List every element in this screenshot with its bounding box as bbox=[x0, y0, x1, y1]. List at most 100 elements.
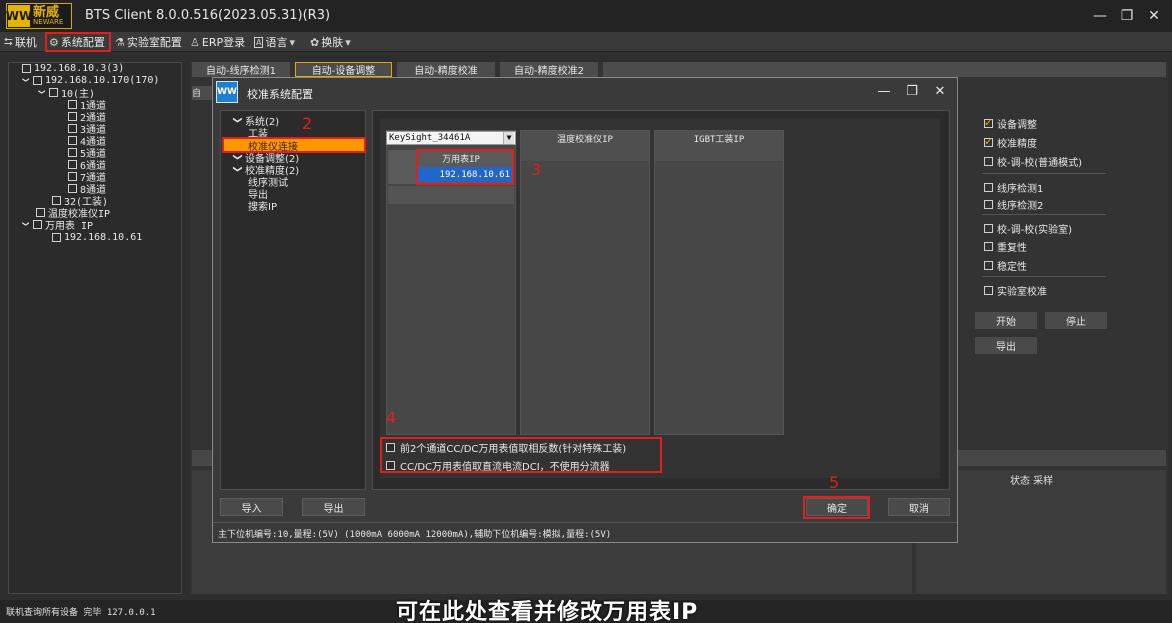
menu-language-label: 语言 bbox=[265, 36, 288, 49]
tab-sequence-check-1[interactable]: 自动-线序检测1 bbox=[192, 62, 290, 77]
checkbox[interactable] bbox=[984, 242, 993, 251]
check-lab-mode[interactable]: 校-调-校(实验室) bbox=[984, 221, 1072, 236]
chevron-down-icon[interactable]: ❯ bbox=[232, 115, 242, 125]
chevron-down-icon[interactable]: ❯ bbox=[20, 75, 30, 85]
dialog-status-text: 主下位机编号:10,量程:(5V) (1000mA 6000mA 12000mA… bbox=[218, 530, 612, 540]
check-device-adjust[interactable]: 设备调整 bbox=[984, 116, 1037, 131]
dialog-minimize-icon[interactable]: — bbox=[874, 84, 894, 100]
checkbox[interactable] bbox=[36, 207, 45, 217]
subtab[interactable]: 自 bbox=[192, 86, 214, 100]
divider bbox=[982, 276, 1106, 277]
minimize-icon[interactable]: — bbox=[1089, 6, 1111, 26]
nav-search-ip[interactable]: 搜索IP bbox=[248, 199, 277, 213]
dialog-close-icon[interactable]: ✕ bbox=[930, 84, 950, 100]
chevron-down-icon: ▾ bbox=[345, 35, 351, 49]
annotation-box-3 bbox=[416, 149, 514, 185]
tree-node[interactable]: ❯ 万用表 IP bbox=[20, 218, 93, 232]
menu-lab-config[interactable]: ⚗ 实验室配置 bbox=[115, 34, 182, 50]
checkbox[interactable] bbox=[984, 224, 993, 233]
annotation-number-2: 2 bbox=[302, 114, 313, 133]
nav-label: 搜索IP bbox=[248, 201, 277, 213]
multimeter-model-select[interactable]: KeySight_34461A ▼ bbox=[386, 131, 516, 145]
check-lab-calibration[interactable]: 实验室校准 bbox=[984, 283, 1047, 298]
export-button[interactable]: 导出 bbox=[975, 337, 1037, 354]
menu-skin[interactable]: ✿ 换肤 ▾ bbox=[310, 34, 351, 50]
check-label: 设备调整 bbox=[997, 120, 1037, 131]
checkbox[interactable] bbox=[68, 183, 77, 193]
checkbox[interactable] bbox=[68, 159, 77, 169]
multimeter-model-value: KeySight_34461A bbox=[389, 133, 471, 143]
app-logo: WW 新威 NEWARE bbox=[6, 3, 72, 29]
dialog-title: 校准系统配置 bbox=[247, 88, 313, 101]
tree-node-label: 192.168.10.61 bbox=[64, 231, 143, 243]
check-sequence-2[interactable]: 线序检测2 bbox=[984, 197, 1043, 212]
check-label: 校准精度 bbox=[997, 139, 1037, 150]
chevron-down-icon[interactable]: ❯ bbox=[232, 152, 242, 162]
menu-connect[interactable]: ⮀ 联机 bbox=[4, 34, 37, 50]
check-repeatability[interactable]: 重复性 bbox=[984, 239, 1027, 254]
tree-node[interactable]: 192.168.10.61 bbox=[52, 231, 142, 243]
stop-button[interactable]: 停止 bbox=[1045, 312, 1107, 329]
annotation-box-5 bbox=[803, 496, 870, 519]
checkbox[interactable] bbox=[49, 87, 58, 97]
checkbox[interactable] bbox=[68, 135, 77, 145]
checkbox[interactable] bbox=[22, 63, 31, 73]
tab-device-adjust[interactable]: 自动-设备调整 bbox=[295, 62, 392, 77]
checkbox[interactable] bbox=[984, 286, 993, 295]
import-button[interactable]: 导入 bbox=[220, 498, 283, 516]
annotation-number-4: 4 bbox=[386, 408, 397, 427]
check-label: 校-调-校(实验室) bbox=[997, 225, 1073, 236]
tree-node[interactable]: 192.168.10.3(3) bbox=[22, 62, 124, 74]
connect-icon: ⮀ bbox=[4, 35, 13, 48]
tab-accuracy-calibration-2[interactable]: 自动-精度校准2 bbox=[500, 62, 598, 77]
check-label: 稳定性 bbox=[997, 262, 1027, 273]
chevron-down-icon[interactable]: ❯ bbox=[36, 87, 46, 97]
dialog-title-bar bbox=[213, 78, 957, 106]
checkbox[interactable] bbox=[52, 232, 61, 242]
checkbox[interactable] bbox=[52, 195, 61, 205]
checkbox[interactable] bbox=[33, 75, 42, 85]
restore-icon[interactable]: ❐ bbox=[1116, 6, 1138, 26]
divider bbox=[982, 214, 1106, 215]
check-normal-mode[interactable]: 校-调-校(普通模式) bbox=[984, 154, 1082, 169]
tree-node-label: 192.168.10.3(3) bbox=[34, 62, 125, 74]
menu-erp-login[interactable]: ♙ ERP登录 bbox=[190, 34, 245, 50]
chevron-down-icon: ▾ bbox=[289, 35, 296, 49]
checkbox[interactable] bbox=[33, 219, 42, 229]
annotation-number-5: 5 bbox=[829, 473, 840, 492]
check-sequence-1[interactable]: 线序检测1 bbox=[984, 180, 1043, 195]
tab-accuracy-calibration[interactable]: 自动-精度校准 bbox=[397, 62, 495, 77]
start-button[interactable]: 开始 bbox=[975, 312, 1037, 329]
menu-language[interactable]: A 语言 ▾ bbox=[254, 34, 295, 50]
menu-connect-label: 联机 bbox=[14, 36, 37, 49]
dialog-export-button[interactable]: 导出 bbox=[302, 498, 365, 516]
menu-erp-login-label: ERP登录 bbox=[201, 36, 246, 49]
divider bbox=[982, 173, 1106, 174]
checkbox[interactable] bbox=[68, 123, 77, 133]
checkbox[interactable] bbox=[984, 135, 993, 148]
dialog-restore-icon[interactable]: ❐ bbox=[902, 84, 922, 100]
checkbox[interactable] bbox=[984, 183, 993, 192]
flask-icon: ⚗ bbox=[115, 35, 125, 49]
checkbox[interactable] bbox=[68, 147, 77, 157]
check-label: 校-调-校(普通模式) bbox=[997, 158, 1083, 169]
check-stability[interactable]: 稳定性 bbox=[984, 258, 1027, 273]
app-title: BTS Client 8.0.0.516(2023.05.31)(R3) bbox=[85, 8, 331, 23]
checkbox[interactable] bbox=[984, 116, 993, 129]
checkbox[interactable] bbox=[68, 99, 77, 109]
checkbox[interactable] bbox=[68, 171, 77, 181]
annotation-number-3: 3 bbox=[531, 160, 542, 179]
chevron-down-icon[interactable]: ▼ bbox=[503, 132, 514, 144]
chevron-down-icon[interactable]: ❯ bbox=[20, 219, 30, 229]
language-icon: A bbox=[254, 36, 264, 48]
igbt-fixture-column bbox=[654, 130, 784, 435]
close-icon[interactable]: ✕ bbox=[1143, 6, 1165, 26]
chevron-down-icon[interactable]: ❯ bbox=[232, 164, 242, 174]
checkbox[interactable] bbox=[984, 261, 993, 270]
cancel-button[interactable]: 取消 bbox=[888, 498, 950, 516]
igbt-fixture-ip-header: IGBT工装IP bbox=[693, 134, 745, 145]
checkbox[interactable] bbox=[984, 157, 993, 166]
checkbox[interactable] bbox=[984, 200, 993, 209]
checkbox[interactable] bbox=[68, 111, 77, 121]
check-calibration-accuracy[interactable]: 校准精度 bbox=[984, 135, 1037, 150]
